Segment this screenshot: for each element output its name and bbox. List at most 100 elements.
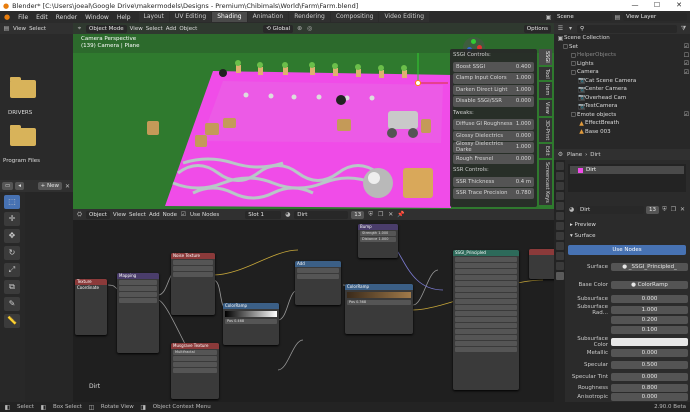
node-field[interactable] (455, 335, 517, 340)
material-name-field[interactable]: Dirt (294, 210, 349, 219)
glossy-dielectrics-field[interactable]: Glossy Dielectrics 0.000 (453, 130, 534, 141)
tab-layout[interactable]: Layout (138, 12, 169, 22)
duplicate-icon[interactable]: ❐ (377, 211, 384, 218)
fake-user-icon[interactable]: ⛨ (367, 211, 374, 218)
musgrave-type-field[interactable]: Multifractal (173, 350, 217, 355)
node-field[interactable] (455, 269, 517, 274)
output-tab-icon[interactable] (555, 182, 564, 190)
use-nodes-checkbox-icon[interactable]: ☑ (180, 211, 187, 218)
viewport-menu-add[interactable]: Add (166, 26, 177, 32)
tab-edit[interactable]: Edit (539, 144, 552, 158)
menu-render[interactable]: Render (52, 14, 81, 21)
node-field[interactable] (455, 341, 517, 346)
surface-section[interactable]: ▾ Surface (570, 233, 595, 239)
node-field[interactable] (455, 329, 517, 334)
annotate-tool-icon[interactable]: ✎ (4, 297, 20, 311)
darken-direct-light-field[interactable]: Darken Direct Light 1.000 (453, 84, 534, 95)
ssr-thickness-field[interactable]: SSR Thickness 0.4 m (453, 176, 534, 187)
node-field[interactable] (455, 317, 517, 322)
tab-rendering[interactable]: Rendering (289, 12, 330, 22)
close-icon[interactable]: ✕ (679, 206, 686, 213)
tab-uv-editing[interactable]: UV Editing (169, 12, 212, 22)
folder-name-program-files[interactable]: Program Files (3, 158, 40, 164)
unlink-icon[interactable]: ✕ (387, 211, 394, 218)
file-browser-view-menu[interactable]: View (13, 26, 26, 32)
select-tool-icon[interactable]: ⬚ (4, 195, 20, 209)
node-field[interactable] (297, 274, 339, 279)
node-field[interactable] (297, 268, 339, 273)
surface-shader-field[interactable]: ● _SSGI_Principled_ (611, 263, 688, 271)
color-ramp-gradient[interactable] (225, 311, 277, 317)
node-add[interactable]: Add (295, 261, 341, 305)
node-menu-select[interactable]: Select (129, 212, 146, 218)
checkbox-icon[interactable]: ☐ (683, 52, 690, 59)
node-ssgi-principled[interactable]: SSGI_Principled (453, 250, 519, 390)
measure-tool-icon[interactable]: 📏 (4, 314, 20, 328)
node-colorramp-1[interactable]: ColorRamp Pos 0.468 (223, 303, 279, 345)
viewport-menu-select[interactable]: Select (146, 26, 163, 32)
node-field[interactable] (455, 293, 517, 298)
node-menu-node[interactable]: Node (163, 212, 177, 218)
world-tab-icon[interactable] (555, 212, 564, 220)
node-field[interactable] (173, 260, 213, 265)
tab-compositing[interactable]: Compositing (330, 12, 379, 22)
shader-node-editor[interactable]: ⛭ Object View Select Add Node ☑ Use Node… (73, 209, 554, 402)
subsurface-radius-x-field[interactable]: 1.000 (611, 306, 688, 314)
glossy-dielectrics-darken-field[interactable]: Glossy Dielectrics Darke 1.000 (453, 141, 534, 153)
outliner-item-base-003[interactable]: ▲ Base 003 (554, 128, 690, 137)
material-slot-item[interactable]: Dirt (570, 166, 684, 174)
outliner-item-cat-scene-camera[interactable]: 📷 Cat Scene Camera (554, 77, 690, 86)
node-field[interactable] (119, 298, 157, 303)
scene-tab-icon[interactable] (555, 202, 564, 210)
node-field[interactable] (455, 311, 517, 316)
menu-window[interactable]: Window (81, 14, 113, 21)
node-editor-type-icon[interactable]: ⛭ (76, 211, 83, 218)
disable-ssgi-field[interactable]: Disable SSGI/SSR 0.000 (453, 96, 534, 107)
tab-shading[interactable]: Shading (212, 12, 247, 22)
node-field[interactable] (119, 286, 157, 291)
viewport-menu-object[interactable]: Object (179, 26, 197, 32)
scale-tool-icon[interactable]: ⤢ (4, 263, 20, 277)
slot-dropdown[interactable]: Slot 1 (245, 210, 282, 219)
menu-edit[interactable]: Edit (32, 14, 52, 21)
physics-tab-icon[interactable] (555, 242, 564, 250)
shield-icon[interactable]: ⛨ (661, 206, 668, 213)
material-tab-icon[interactable] (555, 272, 564, 280)
outliner-item-testcamera[interactable]: 📷 TestCamera (554, 102, 690, 111)
use-nodes-button[interactable]: Use Nodes (568, 245, 686, 255)
node-field[interactable] (455, 305, 517, 310)
material-name-input[interactable]: Dirt (577, 205, 644, 214)
outliner-item-effectbreath[interactable]: ▲ EffectBreath (554, 119, 690, 128)
material-sphere-icon[interactable]: ◕ (284, 211, 291, 218)
maximize-button[interactable]: ☐ (646, 0, 668, 11)
tab-ssgi[interactable]: SSGI (539, 49, 552, 65)
object-tab-icon[interactable] (555, 222, 564, 230)
node-field[interactable] (173, 356, 217, 361)
node-mapping[interactable]: Mapping (117, 273, 159, 353)
subsurface-radius-z-field[interactable]: 0.100 (611, 326, 688, 334)
outliner-item-lights[interactable]: ▢ Lights ☑ (554, 60, 690, 69)
node-musgrave-texture[interactable]: Musgrave Texture Multifractal (171, 343, 219, 399)
metallic-field[interactable]: 0.000 (611, 349, 688, 357)
diffuse-gi-roughness-field[interactable]: Diffuse GI Roughness 1.000 (453, 119, 534, 130)
ssr-trace-precision-field[interactable]: SSR Trace Precision 0.780 (453, 188, 534, 199)
node-field[interactable] (455, 275, 517, 280)
node-texture-coordinate[interactable]: Texture Coordinate (75, 279, 107, 335)
checkbox-icon[interactable]: ☑ (683, 43, 690, 50)
orientation-dropdown[interactable]: ⟲ Global (263, 24, 294, 33)
prev-button[interactable]: ◂ (15, 182, 24, 190)
mode-dropdown[interactable]: Object Mode (86, 24, 127, 33)
outliner-item-overhead-cam[interactable]: 📷 Overhead Cam (554, 94, 690, 103)
tab-screencast-keys[interactable]: Screencast Keys (539, 159, 552, 205)
node-field[interactable] (455, 263, 517, 268)
3d-editor-icon[interactable]: ⌖ (76, 25, 83, 32)
material-browse-icon[interactable]: ◕ (568, 206, 575, 213)
boost-ssgi-field[interactable]: Boost SSGI 0.400 (453, 61, 534, 72)
outliner-item-center-camera[interactable]: 📷 Center Camera (554, 85, 690, 94)
specular-tint-field[interactable]: 0.000 (611, 373, 688, 381)
proportional-edit-icon[interactable]: ◎ (306, 25, 313, 32)
minimize-button[interactable]: — (624, 0, 646, 11)
outliner-item-set[interactable]: ▢ Set ☑ (554, 43, 690, 52)
node-field[interactable] (455, 323, 517, 328)
outliner-item-helperobjects[interactable]: ▢ HelperObjects ☐ (554, 51, 690, 60)
